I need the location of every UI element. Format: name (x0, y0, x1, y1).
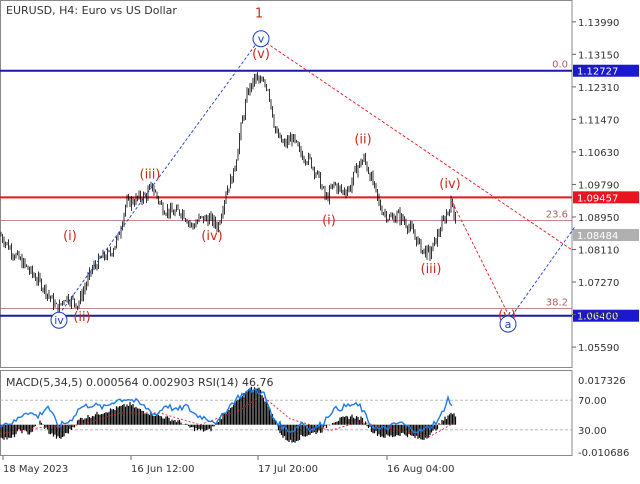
price-tick-label: 1.08110 (578, 246, 619, 257)
price-tick-label: 1.12310 (578, 83, 619, 94)
wave-label: (ii) (354, 132, 371, 147)
chart-canvas[interactable]: 1.127271.094571.084841.064000.023.638.2 … (0, 0, 640, 480)
wave-label: (iv) (439, 177, 460, 192)
price-level-tag-label: 1.09457 (577, 193, 618, 204)
indicator-tick-label: 0.017326 (578, 376, 626, 387)
price-level-tag-label: 1.08484 (577, 231, 618, 242)
price-tick-label: 1.13150 (578, 50, 619, 61)
wave-trend-line[interactable] (451, 201, 508, 313)
indicator-title: MACD(5,34,5) 0.000564 0.002903 RSI(14) 4… (6, 376, 273, 389)
wave-label: v (258, 33, 265, 46)
wave-label: (v) (252, 47, 270, 62)
price-tick-label: 1.13990 (578, 18, 619, 29)
chart-window[interactable]: 1.12727 1.09457 1.08484 1.06400 0.0 23.6 38.2 … (0, 0, 640, 480)
wave-label: (iii) (140, 167, 161, 182)
time-tick-label: 18 May 2023 (3, 464, 68, 475)
chart-title: EURUSD, H4: Euro vs US Dollar (6, 4, 177, 17)
price-tick-label: 1.08950 (578, 213, 619, 224)
price-tick-label: 1.06430 (578, 311, 619, 322)
wave-label: iv (54, 314, 64, 327)
price-tick-label: 1.09790 (578, 180, 619, 191)
price-tick-label: 1.05590 (578, 343, 619, 354)
price-tick-label: 1.07270 (578, 278, 619, 289)
wave-label: (i) (63, 229, 77, 244)
indicator-tick-label: -0.010686 (578, 448, 629, 459)
price-tick-label: 1.10630 (578, 148, 619, 159)
wave-label: (iv) (201, 229, 222, 244)
time-tick-label: 16 Aug 04:00 (387, 464, 454, 475)
time-tick-label: 17 Jul 20:00 (258, 464, 318, 475)
time-tick-label: 16 Jun 12:00 (131, 464, 195, 475)
fib-level-label: 38.2 (546, 297, 568, 308)
price-level-tag-label: 1.12727 (577, 67, 618, 78)
price-tick-label: 1.11470 (578, 115, 619, 126)
fib-level-label: 0.0 (552, 60, 568, 71)
wave-label: a (505, 318, 512, 331)
indicator-tick-label: 70.00 (578, 396, 607, 407)
wave-label: (i) (322, 214, 336, 229)
wave-label: (ii) (73, 310, 90, 325)
wave-label: (iii) (421, 262, 442, 277)
indicator-tick-label: 30.00 (578, 426, 607, 437)
fib-level-label: 23.6 (546, 209, 568, 220)
wave-label: 1 (255, 7, 263, 22)
